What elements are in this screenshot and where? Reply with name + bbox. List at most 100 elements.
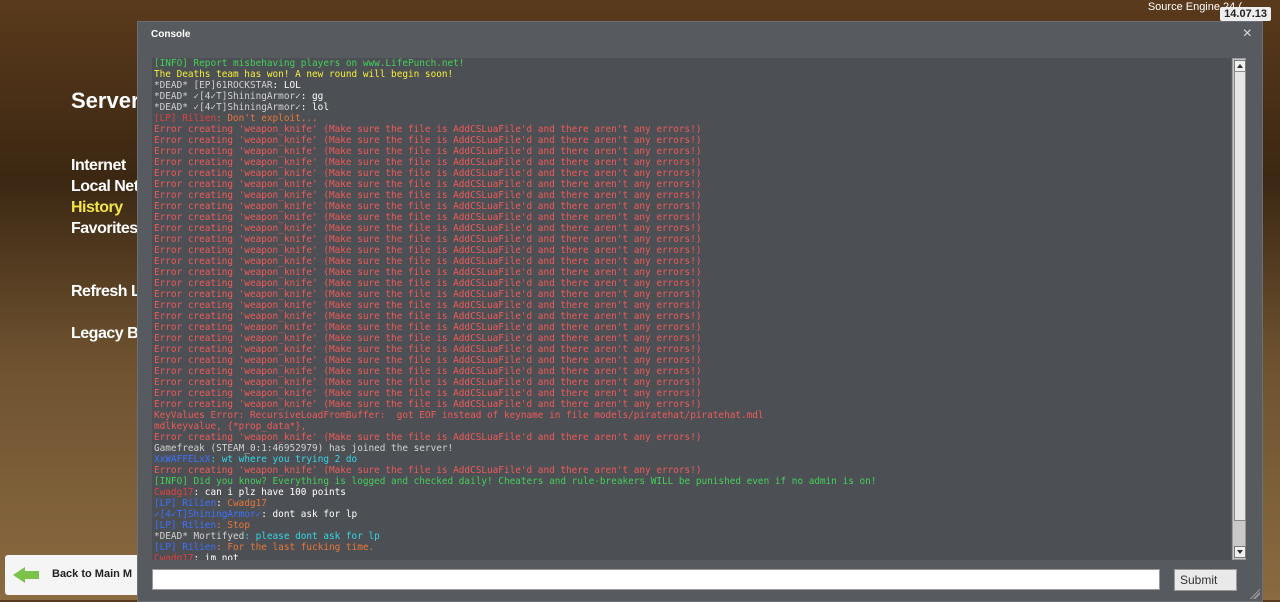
- console-line-segment: [LP] Rilien: [154, 113, 217, 124]
- close-icon[interactable]: ×: [1243, 26, 1252, 42]
- page-title: Server: [71, 88, 140, 113]
- console-line-segment: Error creating 'weapon_knife' (Make sure…: [154, 234, 702, 245]
- console-line-segment: *DEAD* ✓[4✓T]ShiningArmor✓: [154, 91, 301, 102]
- console-line: Error creating 'weapon_knife' (Make sure…: [152, 377, 1231, 388]
- console-line-segment: Error creating 'weapon_knife' (Make sure…: [154, 190, 702, 201]
- console-line-segment: Cwadg17: [227, 498, 267, 509]
- console-line: Error creating 'weapon_knife' (Make sure…: [152, 245, 1231, 256]
- console-line: [INFO] Did you know? Everything is logge…: [152, 476, 1231, 487]
- console-line-segment: [LP] Rilien: [154, 498, 217, 509]
- console-line-segment: Error creating 'weapon_knife' (Make sure…: [154, 311, 702, 322]
- console-line: *DEAD* [EP]61ROCKSTAR: LOL: [152, 80, 1231, 91]
- console-line: Cwadg17: can i plz have 100 points: [152, 487, 1231, 498]
- console-line-segment: Error creating 'weapon_knife' (Make sure…: [154, 201, 702, 212]
- console-line-segment: Error creating 'weapon_knife' (Make sure…: [154, 289, 702, 300]
- console-line-segment: : im not: [193, 553, 239, 560]
- console-line-segment: [LP] Rilien: [154, 520, 217, 531]
- console-line-segment: : LOL: [272, 80, 301, 91]
- console-line: Gamefreak (STEAM_0:1:46952979) has joine…: [152, 443, 1231, 454]
- console-line-segment: : dont ask for lp: [261, 509, 358, 520]
- console-line: [LP] Rilien: Stop: [152, 520, 1231, 531]
- back-arrow-icon-tail: [23, 571, 39, 579]
- back-to-main-menu-button[interactable]: Back to Main M: [5, 555, 145, 595]
- nav-favorites[interactable]: Favorites: [71, 220, 138, 238]
- console-line-segment: Error creating 'weapon_knife' (Make sure…: [154, 322, 702, 333]
- console-line: Error creating 'weapon_knife' (Make sure…: [152, 333, 1231, 344]
- scroll-down-arrow-icon[interactable]: [1234, 546, 1246, 558]
- console-line: Error creating 'weapon_knife' (Make sure…: [152, 201, 1231, 212]
- console-line-segment: ✓[4✓T]ShiningArmor✓: [154, 509, 262, 520]
- console-line: Error creating 'weapon_knife' (Make sure…: [152, 168, 1231, 179]
- scrollbar-thumb[interactable]: [1234, 71, 1246, 521]
- console-line: Error creating 'weapon_knife' (Make sure…: [152, 344, 1231, 355]
- console-line-segment: Error creating 'weapon_knife' (Make sure…: [154, 465, 702, 476]
- nav-internet[interactable]: Internet: [71, 157, 126, 175]
- console-line-segment: Error creating 'weapon_knife' (Make sure…: [154, 333, 702, 344]
- console-line: ✓[4✓T]ShiningArmor✓: dont ask for lp: [152, 509, 1231, 520]
- console-line-segment: The Deaths team has won! A new round wil…: [154, 69, 454, 80]
- console-line: Error creating 'weapon_knife' (Make sure…: [152, 179, 1231, 190]
- console-line: Error creating 'weapon_knife' (Make sure…: [152, 289, 1231, 300]
- console-line-segment: Error creating 'weapon_knife' (Make sure…: [154, 344, 702, 355]
- console-line-segment: Error creating 'weapon_knife' (Make sure…: [154, 388, 702, 399]
- console-line-segment: Error creating 'weapon_knife' (Make sure…: [154, 135, 702, 146]
- console-command-input[interactable]: [152, 569, 1160, 590]
- console-title: Console: [151, 29, 191, 40]
- console-window: Console × [INFO] Report misbehaving play…: [137, 21, 1263, 602]
- console-line-segment: : Stop: [216, 520, 250, 531]
- console-line-segment: Error creating 'weapon_knife' (Make sure…: [154, 300, 702, 311]
- console-line: [LP] Rilien: Cwadg17: [152, 498, 1231, 509]
- console-line: [LP] Rilien: Don't exploit...: [152, 113, 1231, 124]
- refresh-list-link[interactable]: Refresh L: [71, 283, 141, 301]
- console-line-segment: Error creating 'weapon_knife' (Make sure…: [154, 278, 702, 289]
- console-line-segment: : can i plz have 100 points: [193, 487, 346, 498]
- nav-history[interactable]: History: [71, 199, 123, 217]
- console-line: Error creating 'weapon_knife' (Make sure…: [152, 157, 1231, 168]
- submit-button[interactable]: Submit: [1174, 569, 1237, 591]
- console-line-segment: Error creating 'weapon_knife' (Make sure…: [154, 355, 702, 366]
- console-line: mdlkeyvalue, {*prop_data*},: [152, 421, 1231, 432]
- legacy-browser-link[interactable]: Legacy B: [71, 325, 139, 343]
- console-line: Error creating 'weapon_knife' (Make sure…: [152, 124, 1231, 135]
- console-line-segment: Error creating 'weapon_knife' (Make sure…: [154, 256, 702, 267]
- console-line-segment: mdlkeyvalue, {*prop_data*},: [154, 421, 307, 432]
- console-line-segment: : For the last fucking time.: [216, 542, 375, 553]
- console-line: Error creating 'weapon_knife' (Make sure…: [152, 278, 1231, 289]
- console-line-segment: :: [216, 498, 228, 509]
- console-line: Error creating 'weapon_knife' (Make sure…: [152, 399, 1231, 410]
- console-line: KeyValues Error: RecursiveLoadFromBuffer…: [152, 410, 1231, 421]
- console-line-segment: Error creating 'weapon_knife' (Make sure…: [154, 377, 702, 388]
- console-line: Error creating 'weapon_knife' (Make sure…: [152, 300, 1231, 311]
- console-scrollbar[interactable]: [1232, 58, 1246, 560]
- console-line-segment: Error creating 'weapon_knife' (Make sure…: [154, 157, 702, 168]
- console-line-segment: Error creating 'weapon_knife' (Make sure…: [154, 399, 702, 410]
- console-line-segment: Error creating 'weapon_knife' (Make sure…: [154, 223, 702, 234]
- console-line: Error creating 'weapon_knife' (Make sure…: [152, 146, 1231, 157]
- console-line-segment: Gamefreak (STEAM_0:1:46952979) has joine…: [154, 443, 454, 454]
- console-line-segment: Error creating 'weapon_knife' (Make sure…: [154, 168, 702, 179]
- console-line-segment: *DEAD* [EP]61ROCKSTAR: [154, 80, 273, 91]
- console-line-segment: Error creating 'weapon_knife' (Make sure…: [154, 366, 702, 377]
- console-line-segment: KeyValues Error: RecursiveLoadFromBuffer…: [154, 410, 764, 421]
- console-line-segment: Cwadg17: [154, 487, 194, 498]
- console-line: Error creating 'weapon_knife' (Make sure…: [152, 355, 1231, 366]
- console-line-segment: : gg: [300, 91, 324, 102]
- console-line: Error creating 'weapon_knife' (Make sure…: [152, 190, 1231, 201]
- nav-local-network[interactable]: Local Net: [71, 178, 139, 196]
- console-line: [LP] Rilien: For the last fucking time.: [152, 542, 1231, 553]
- date-badge: 14.07.13: [1220, 7, 1271, 21]
- console-line: *DEAD* ✓[4✓T]ShiningArmor✓: lol: [152, 102, 1231, 113]
- console-log: [INFO] Report misbehaving players on www…: [152, 58, 1231, 560]
- console-line: Error creating 'weapon_knife' (Make sure…: [152, 311, 1231, 322]
- console-line-segment: *DEAD* Mortifyed: [154, 531, 245, 542]
- console-line: *DEAD* ✓[4✓T]ShiningArmor✓: gg: [152, 91, 1231, 102]
- console-line-segment: [LP] Rilien: [154, 542, 217, 553]
- console-line-segment: Error creating 'weapon_knife' (Make sure…: [154, 267, 702, 278]
- console-line: Error creating 'weapon_knife' (Make sure…: [152, 223, 1231, 234]
- resize-grip-icon[interactable]: [1250, 589, 1260, 599]
- console-line: Cwadg17: im not: [152, 553, 1231, 560]
- console-line: Error creating 'weapon_knife' (Make sure…: [152, 322, 1231, 333]
- console-line: Error creating 'weapon_knife' (Make sure…: [152, 388, 1231, 399]
- console-line-segment: Error creating 'weapon_knife' (Make sure…: [154, 212, 702, 223]
- console-line-segment: : please dont ask for lp: [244, 531, 380, 542]
